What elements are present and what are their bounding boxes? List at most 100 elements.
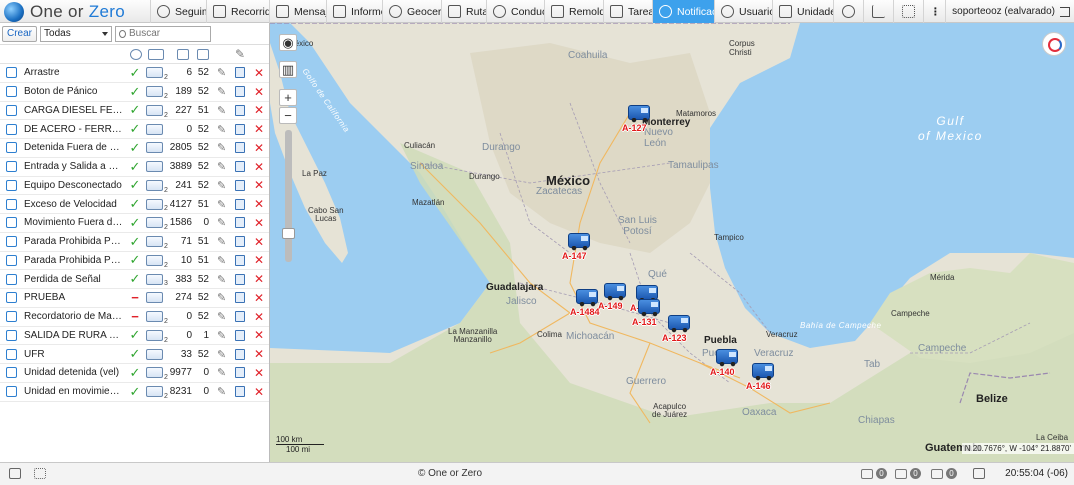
units-icon[interactable] [146,329,163,341]
delete-icon[interactable]: ✕ [254,66,264,80]
events-counter[interactable]: 0 [861,468,887,479]
copy-icon[interactable] [235,273,245,285]
copy-icon[interactable] [235,104,245,116]
copy-icon[interactable] [235,292,245,304]
edit-wrench-icon[interactable]: ✎ [217,104,226,117]
list-item[interactable]: UFR ✓ 33 52 ✎ ✕ [0,345,269,364]
copy-icon[interactable] [235,329,245,341]
delete-icon[interactable]: ✕ [254,366,264,380]
active-check-icon[interactable]: ✓ [129,235,141,248]
delete-icon[interactable]: ✕ [254,272,264,286]
active-check-icon[interactable]: ✓ [129,328,141,341]
active-check-icon[interactable]: ✓ [129,66,141,79]
list-item[interactable]: Entrada y Salida a Geocerca ✓ 3889 52 ✎ ✕ [0,158,269,177]
delete-icon[interactable]: ✕ [254,253,264,267]
vehicle-marker[interactable]: A-131 [632,299,660,327]
active-check-icon[interactable]: ✓ [129,122,141,135]
active-check-icon[interactable]: ✓ [129,85,141,98]
copy-icon[interactable] [235,179,245,191]
edit-wrench-icon[interactable]: ✎ [217,348,226,361]
copy-icon[interactable] [235,386,245,398]
delete-icon[interactable]: ✕ [254,85,264,99]
search-input[interactable] [129,28,208,39]
active-check-icon[interactable]: ✓ [129,366,141,379]
vehicle-marker[interactable]: A-146 [746,363,774,391]
nav-geocercas[interactable]: Geocercas [382,0,441,23]
units-icon[interactable] [146,104,163,116]
edit-wrench-icon[interactable]: ✎ [217,329,226,342]
nav-conductores[interactable]: Conductores [486,0,544,23]
list-item[interactable]: Equipo Desconectado ✓ 2 241 52 ✎ ✕ [0,177,269,196]
active-check-icon[interactable]: ✓ [129,103,141,116]
active-check-icon[interactable]: ✓ [129,385,141,398]
active-check-icon[interactable]: ✓ [129,160,141,173]
user-menu[interactable]: soporteooz (ealvarado) [945,0,1074,23]
copy-icon[interactable] [235,348,245,360]
nav-unidades[interactable]: Unidades [772,0,833,23]
alerts-counter[interactable]: 0 [931,468,957,479]
units-icon[interactable] [146,236,163,248]
units-icon[interactable] [146,348,163,360]
edit-wrench-icon[interactable]: ✎ [217,141,226,154]
delete-icon[interactable]: ✕ [254,178,264,192]
units-icon[interactable] [146,142,163,154]
edit-wrench-icon[interactable]: ✎ [217,310,226,323]
map-rotation-icon[interactable] [1042,32,1066,56]
copy-icon[interactable] [235,142,245,154]
copy-icon[interactable] [235,236,245,248]
list-item[interactable]: Boton de Pánico ✓ 2 189 52 ✎ ✕ [0,83,269,102]
active-check-icon[interactable]: ✓ [129,216,141,229]
search-field[interactable] [115,25,212,42]
list-item[interactable]: Parada Prohibida Polotitlán 1✓27151✎✕ [0,233,269,252]
nav-mensajes[interactable]: Mensajes [269,0,326,23]
inactive-dash-icon[interactable]: − [129,310,141,323]
units-icon[interactable] [146,123,163,135]
copy-icon[interactable] [235,67,245,79]
copy-icon[interactable] [235,86,245,98]
edit-wrench-icon[interactable]: ✎ [217,291,226,304]
list-item[interactable]: Detenida Fuera de Geocerca ✓ 2805 52 ✎ ✕ [0,139,269,158]
copy-icon[interactable] [235,198,245,210]
list-item[interactable]: Recordatorio de Mantenimiento−2052✎✕ [0,308,269,327]
list-item[interactable]: Movimiento Fuera de Promedio✓215860✎✕ [0,214,269,233]
active-check-icon[interactable]: ✓ [129,197,141,210]
delete-icon[interactable]: ✕ [254,235,264,249]
edit-wrench-icon[interactable]: ✎ [217,385,226,398]
edit-wrench-icon[interactable]: ✎ [217,123,226,136]
zoom-in-button[interactable]: + [279,89,297,106]
more-menu-button[interactable]: ⋮ [923,0,947,23]
filter-select[interactable]: Todas [40,25,113,42]
units-icon[interactable] [146,311,163,323]
zoom-slider[interactable] [285,130,292,262]
vehicle-marker[interactable]: A-140 [710,349,738,377]
units-icon[interactable] [146,217,163,229]
units-icon[interactable] [146,67,163,79]
units-icon[interactable] [146,254,163,266]
create-button[interactable]: Crear [2,25,38,42]
edit-wrench-icon[interactable]: ✎ [217,198,226,211]
edit-wrench-icon[interactable]: ✎ [217,366,226,379]
list-item[interactable]: Arrastre ✓ 2 6 52 ✎ ✕ [0,64,269,83]
units-icon[interactable] [146,273,163,285]
map-type-button[interactable]: ▥ [279,61,297,78]
units-icon[interactable] [146,86,163,98]
nav-remolques[interactable]: Remolques [544,0,603,23]
edit-wrench-icon[interactable]: ✎ [217,160,226,173]
active-check-icon[interactable]: ✓ [129,253,141,266]
list-item[interactable]: Parada Prohibida Polotitlán 2✓21051✎✕ [0,252,269,271]
active-check-icon[interactable]: ✓ [129,178,141,191]
delete-icon[interactable]: ✕ [254,160,264,174]
delete-icon[interactable]: ✕ [254,122,264,136]
keyboard-icon[interactable] [973,468,985,479]
active-check-icon[interactable]: ✓ [129,141,141,154]
vehicle-marker[interactable]: A-123 [662,315,690,343]
list-item[interactable]: PRUEBA − 274 52 ✎ ✕ [0,289,269,308]
logout-icon[interactable] [1060,6,1070,17]
delete-icon[interactable]: ✕ [254,103,264,117]
edit-wrench-icon[interactable]: ✎ [217,235,226,248]
search-button[interactable] [833,0,863,23]
vehicle-marker[interactable]: A-149 [598,283,626,311]
list-item[interactable]: Unidad en movimiento (vel)✓282310✎✕ [0,383,269,402]
copy-icon[interactable] [235,367,245,379]
delete-icon[interactable]: ✕ [254,385,264,399]
